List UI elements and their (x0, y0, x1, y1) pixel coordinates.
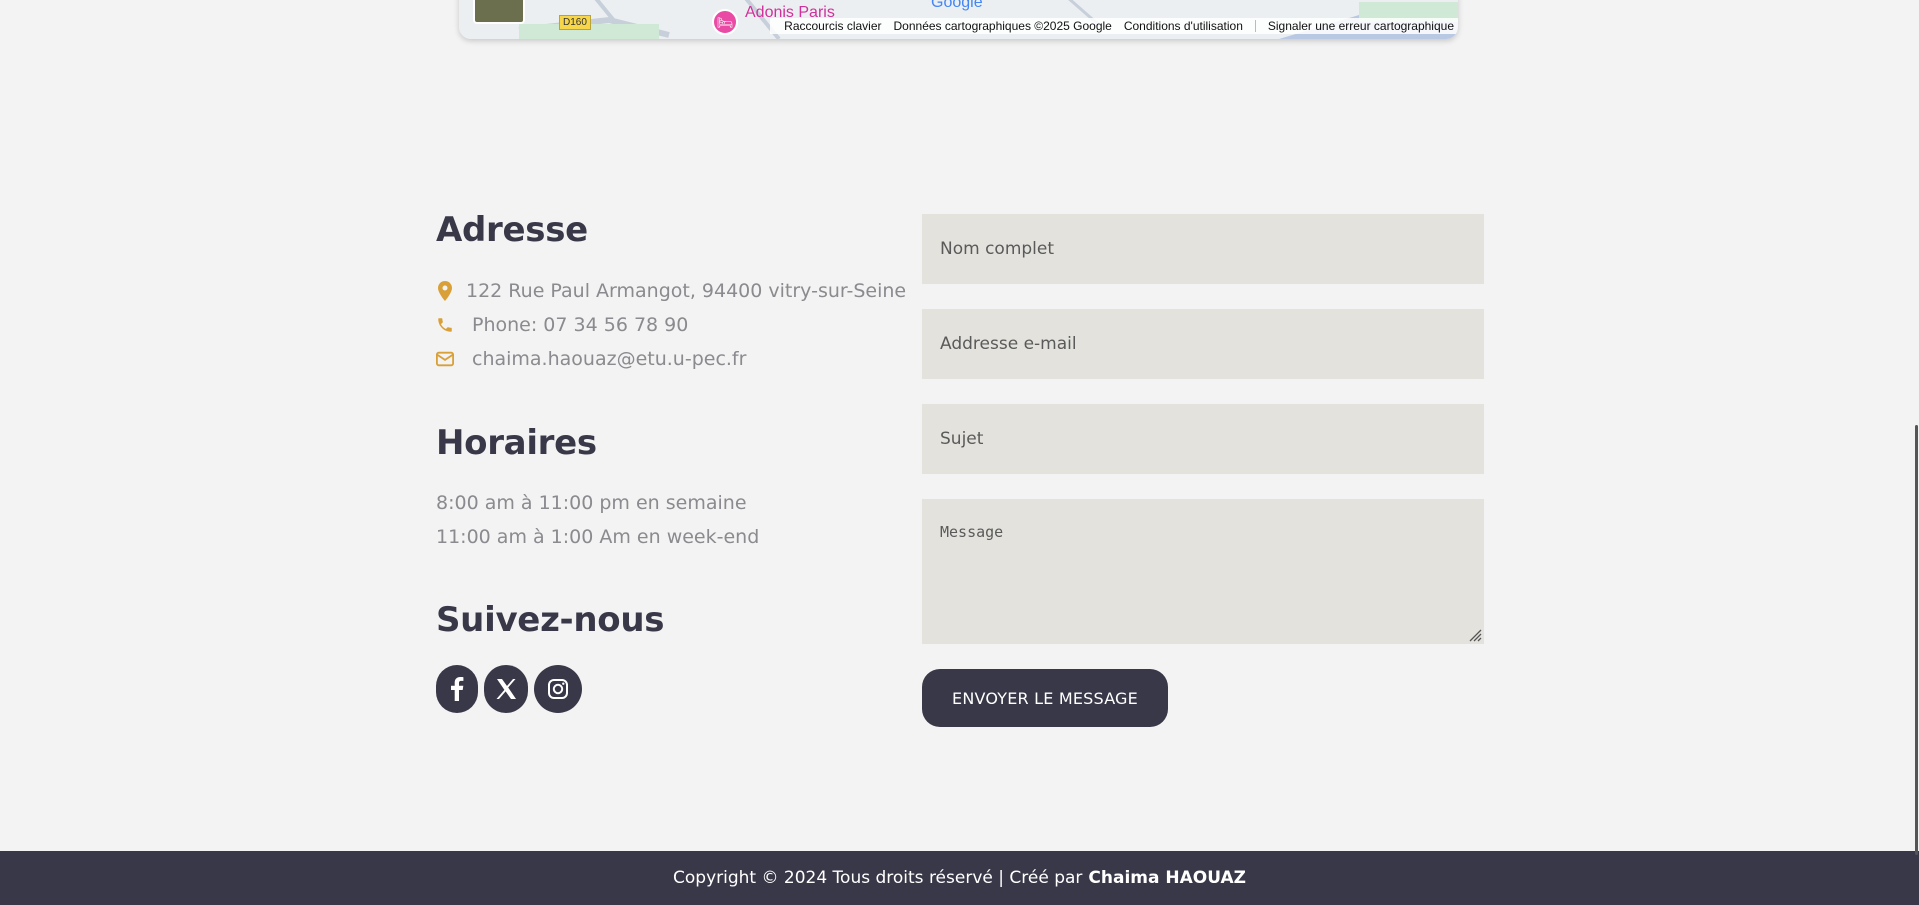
envelope-icon (436, 351, 454, 367)
author-name: Chaima HAOUAZ (1088, 868, 1246, 888)
x-button[interactable] (484, 665, 528, 713)
map-footer: Raccourcis clavier Données cartographiqu… (770, 18, 1458, 34)
address-text: 122 Rue Paul Armangot, 94400 vitry-sur-S… (466, 280, 907, 302)
follow-title: Suivez-nous (436, 600, 665, 640)
address-title: Adresse (436, 210, 588, 250)
instagram-icon (548, 679, 568, 699)
report-error-link[interactable]: Signaler une erreur cartographique (1268, 19, 1454, 33)
hours-weekday: 8:00 am à 11:00 pm en semaine (436, 492, 747, 514)
email-line: chaima.haouaz@etu.u-pec.fr (436, 348, 746, 370)
hours-weekend: 11:00 am à 1:00 Am en week-end (436, 526, 760, 548)
terms-link[interactable]: Conditions d'utilisation (1124, 19, 1243, 33)
road-label: D160 (559, 15, 591, 30)
instagram-button[interactable] (534, 665, 582, 713)
copyright-text: Copyright © 2024 Tous droits réservé | C… (673, 868, 1083, 888)
map-marker-icon (436, 281, 454, 301)
full-name-input[interactable] (922, 214, 1484, 284)
phone-line: Phone: 07 34 56 78 90 (436, 314, 688, 336)
divider (1254, 20, 1256, 32)
subject-input[interactable] (922, 404, 1484, 474)
facebook-button[interactable] (436, 665, 478, 713)
map-data-credit: Données cartographiques ©2025 Google (893, 19, 1112, 33)
hotel-icon[interactable]: 🛏 (712, 9, 738, 35)
email-text[interactable]: chaima.haouaz@etu.u-pec.fr (472, 348, 746, 370)
hours-title: Horaires (436, 423, 597, 463)
scrollbar-thumb[interactable] (1915, 425, 1918, 855)
email-input[interactable] (922, 309, 1484, 379)
social-links (436, 665, 582, 713)
x-icon (496, 679, 516, 699)
phone-text: Phone: 07 34 56 78 90 (472, 314, 689, 336)
phone-icon (436, 315, 454, 335)
message-textarea[interactable] (922, 499, 1484, 644)
satellite-toggle[interactable] (473, 0, 525, 24)
scrollbar[interactable] (1914, 0, 1919, 905)
address-line: 122 Rue Paul Armangot, 94400 vitry-sur-S… (436, 280, 906, 302)
page-footer: Copyright © 2024 Tous droits réservé | C… (0, 851, 1919, 905)
send-message-button[interactable]: ENVOYER LE MESSAGE (922, 669, 1168, 727)
embedded-map[interactable]: D160 🛏 Adonis Paris Google Raccourcis cl… (459, 0, 1458, 39)
keyboard-shortcuts-link[interactable]: Raccourcis clavier (784, 19, 881, 33)
facebook-icon (451, 677, 464, 701)
resize-handle[interactable] (1467, 627, 1482, 642)
google-logo: Google (931, 0, 983, 11)
